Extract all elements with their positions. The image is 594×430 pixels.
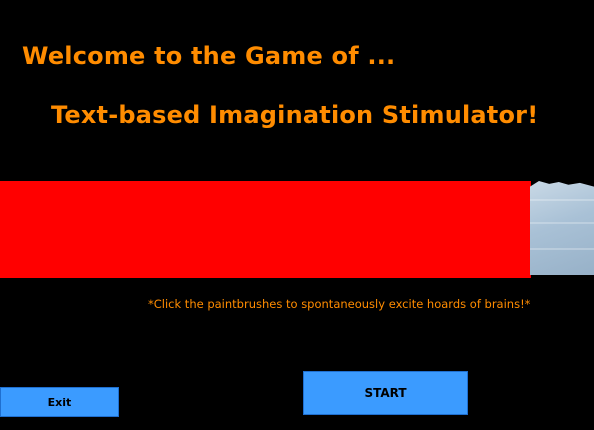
welcome-heading: Welcome to the Game of ...: [22, 42, 396, 70]
paintbrush-image[interactable]: [530, 181, 594, 275]
instruction-text: *Click the paintbrushes to spontaneously…: [148, 297, 531, 311]
start-button[interactable]: START: [303, 371, 468, 415]
exit-button[interactable]: Exit: [0, 387, 119, 417]
red-banner: [0, 181, 531, 278]
game-title: Text-based Imagination Stimulator!: [51, 101, 539, 129]
